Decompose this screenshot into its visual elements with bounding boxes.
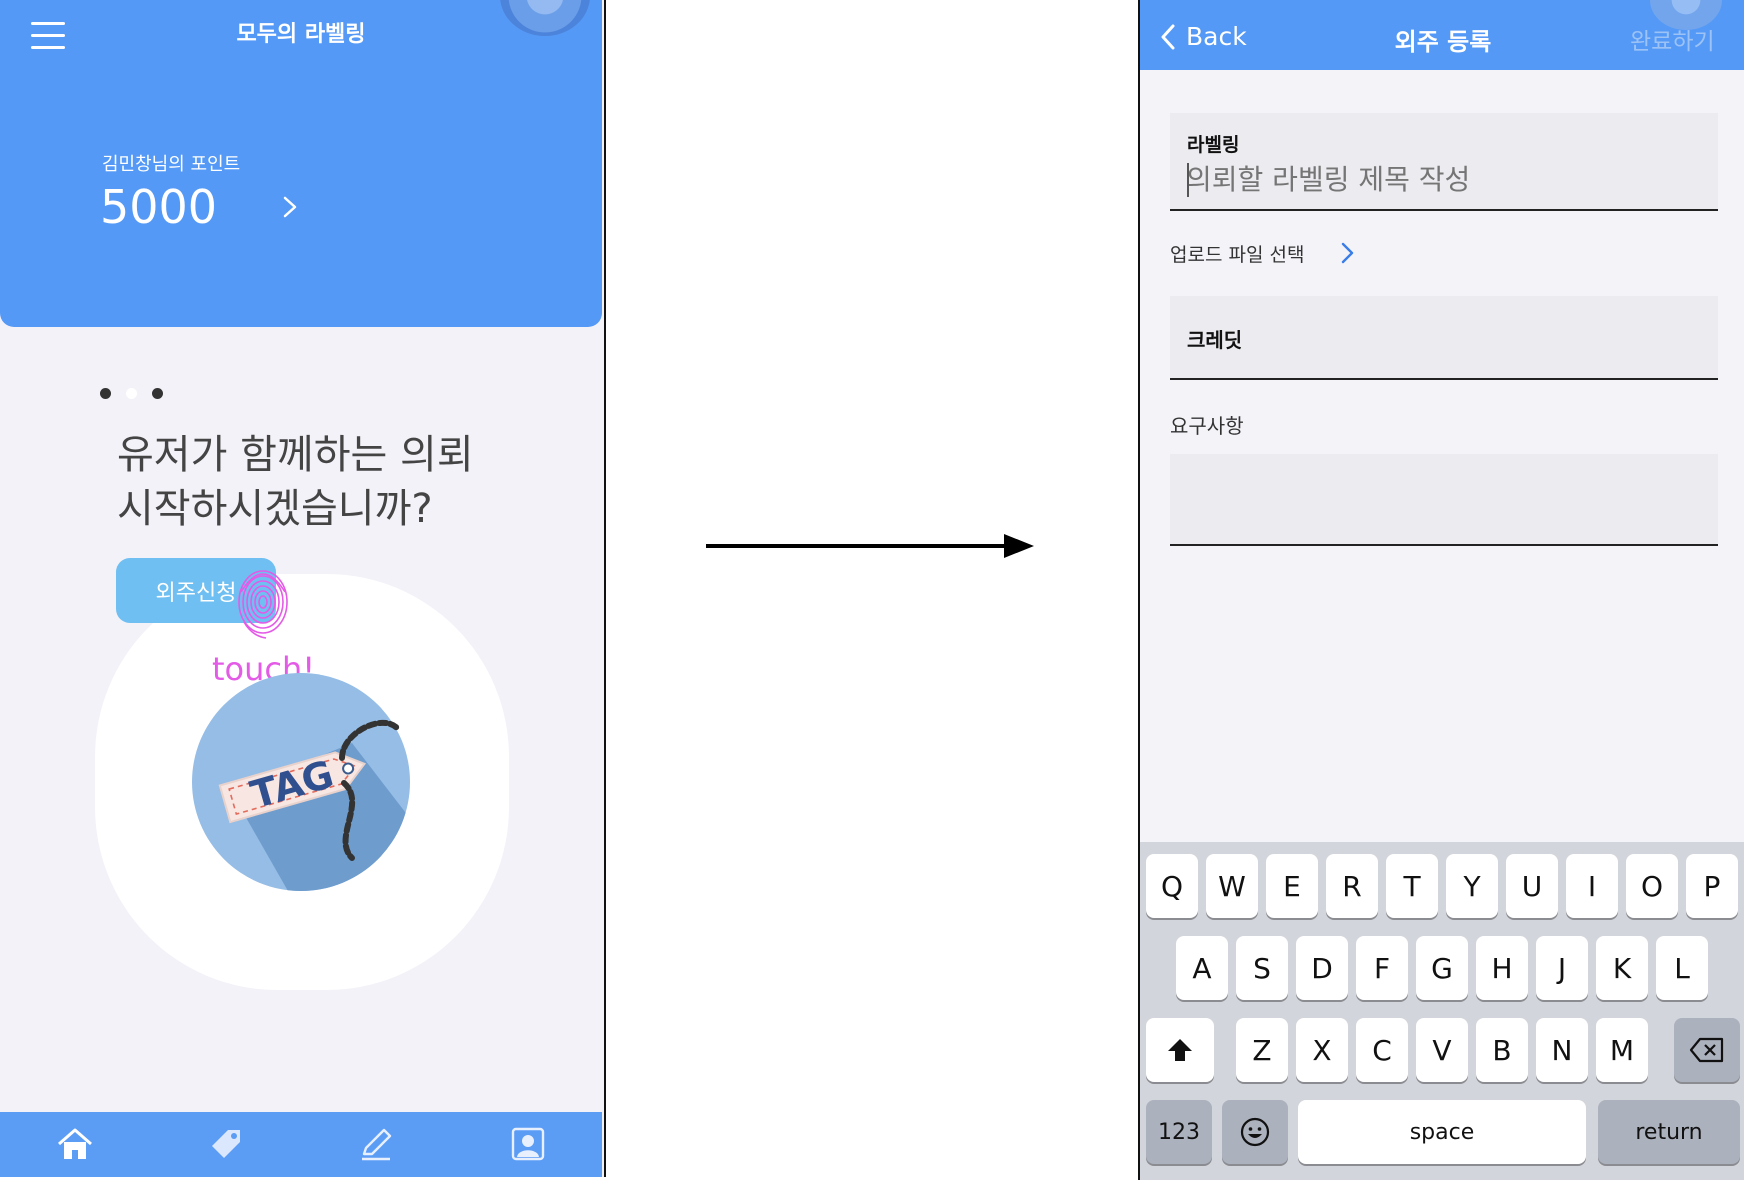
points-label: 김민창님의 포인트	[102, 154, 241, 175]
key-q[interactable]: Q	[1146, 854, 1198, 918]
key-c[interactable]: C	[1356, 1018, 1408, 1082]
key-g[interactable]: G	[1416, 936, 1468, 1000]
requirements-label: 요구사항	[1170, 414, 1244, 438]
backspace-key[interactable]	[1674, 1018, 1740, 1082]
numbers-key[interactable]: 123	[1146, 1100, 1212, 1164]
key-f[interactable]: F	[1356, 936, 1408, 1000]
shift-icon	[1168, 1039, 1192, 1061]
key-t[interactable]: T	[1386, 854, 1438, 918]
app-title: 모두의 라벨링	[236, 22, 366, 47]
key-s[interactable]: S	[1236, 936, 1288, 1000]
key-e[interactable]: E	[1266, 854, 1318, 918]
requirements-field[interactable]	[1170, 454, 1718, 546]
key-u[interactable]: U	[1506, 854, 1558, 918]
points-value[interactable]: 5000	[100, 180, 217, 234]
carousel-dot[interactable]	[100, 388, 111, 399]
key-d[interactable]: D	[1296, 936, 1348, 1000]
labeling-label: 라벨링	[1187, 134, 1240, 156]
upload-file-select[interactable]: 업로드 파일 선택	[1170, 240, 1304, 267]
key-y[interactable]: Y	[1446, 854, 1498, 918]
profile-icon[interactable]	[508, 1124, 548, 1164]
key-h[interactable]: H	[1476, 936, 1528, 1000]
key-m[interactable]: M	[1596, 1018, 1648, 1082]
carousel-dot[interactable]	[152, 388, 163, 399]
done-button[interactable]: 완료하기	[1630, 22, 1715, 56]
key-w[interactable]: W	[1206, 854, 1258, 918]
transition-arrow	[706, 534, 1034, 558]
key-x[interactable]: X	[1296, 1018, 1348, 1082]
headline: 유저가 함께하는 의뢰 시작하시겠습니까?	[117, 432, 474, 532]
chevron-right-icon[interactable]	[1340, 242, 1354, 264]
key-p[interactable]: P	[1686, 854, 1738, 918]
points-header	[0, 0, 602, 327]
space-key[interactable]: space	[1298, 1100, 1586, 1164]
emoji-key[interactable]	[1222, 1100, 1288, 1164]
key-l[interactable]: L	[1656, 936, 1708, 1000]
backspace-icon	[1689, 1037, 1724, 1063]
key-n[interactable]: N	[1536, 1018, 1588, 1082]
pencil-icon[interactable]	[356, 1124, 396, 1164]
key-i[interactable]: I	[1566, 854, 1618, 918]
return-key[interactable]: return	[1598, 1100, 1740, 1164]
keyboard: Q W E R T Y U I O P A S D F G H J K L Z …	[1140, 842, 1744, 1180]
shift-key[interactable]	[1146, 1018, 1214, 1082]
key-b[interactable]: B	[1476, 1018, 1528, 1082]
home-icon[interactable]	[55, 1124, 95, 1164]
labeling-input[interactable]	[1186, 159, 1686, 199]
key-a[interactable]: A	[1176, 936, 1228, 1000]
credit-field[interactable]: 크레딧	[1170, 296, 1718, 380]
key-o[interactable]: O	[1626, 854, 1678, 918]
fingerprint-icon	[238, 570, 288, 639]
key-r[interactable]: R	[1326, 854, 1378, 918]
carousel-dots[interactable]	[100, 384, 178, 403]
key-j[interactable]: J	[1536, 936, 1588, 1000]
labeling-field[interactable]: 라벨링	[1170, 113, 1718, 211]
tag-illustration: TAG	[192, 673, 410, 891]
order-request-label: 외주신청	[155, 580, 237, 606]
right-phone-screen: Back 외주 등록 완료하기 라벨링 업로드 파일 선택 크레딧 요구사항 Q…	[1138, 0, 1744, 1180]
credit-label: 크레딧	[1187, 328, 1243, 352]
carousel-dot[interactable]	[126, 388, 137, 399]
key-v[interactable]: V	[1416, 1018, 1468, 1082]
key-k[interactable]: K	[1596, 936, 1648, 1000]
left-phone-screen: 모두의 라벨링 김민창님의 포인트 5000 유저가 함께하는 의뢰 시작하시겠…	[0, 0, 606, 1177]
key-z[interactable]: Z	[1236, 1018, 1288, 1082]
tag-icon[interactable]	[206, 1124, 246, 1164]
text-caret	[1187, 163, 1189, 197]
chevron-right-icon[interactable]	[282, 196, 298, 218]
emoji-icon	[1240, 1117, 1270, 1147]
